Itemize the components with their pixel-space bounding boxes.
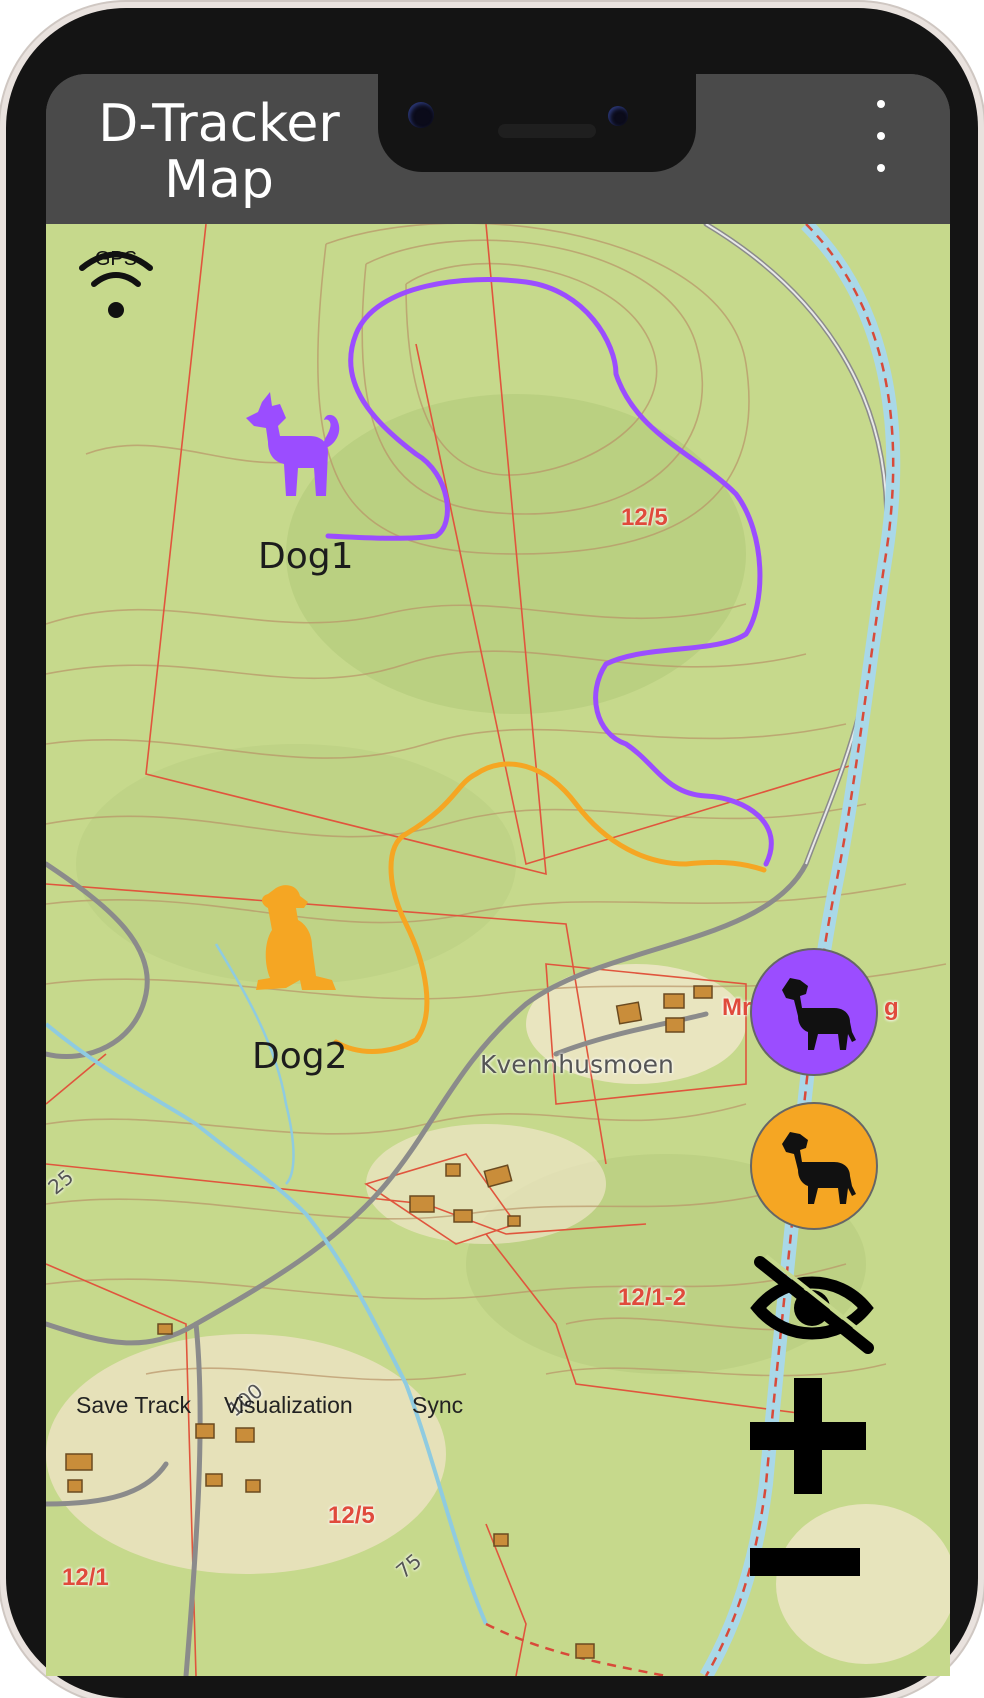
screen: D-Tracker Map GPS Dog1 Dog2 12/5 12/1-2 … — [46, 74, 950, 1676]
sensor — [608, 106, 628, 126]
app-title-line2: Map — [164, 150, 274, 210]
place-label: Kvennhusmoen — [480, 1050, 674, 1079]
camera-lens — [408, 102, 434, 128]
tab-save-track[interactable]: Save Track — [76, 1392, 191, 1419]
dog-icon — [782, 978, 856, 1050]
parcel-label: 12/5 — [621, 504, 668, 531]
phone-frame: D-Tracker Map GPS Dog1 Dog2 12/5 12/1-2 … — [6, 8, 978, 1698]
dog1-focus-button[interactable] — [750, 948, 878, 1076]
dog-icon — [782, 1132, 856, 1204]
minus-icon[interactable] — [750, 1548, 860, 1578]
dog1-label: Dog1 — [258, 536, 354, 577]
parcel-label: 12/1 — [62, 1564, 109, 1591]
sitting-dog-icon[interactable] — [246, 884, 346, 996]
dog2-label: Dog2 — [252, 1036, 348, 1077]
partial-label: Mr — [722, 994, 752, 1021]
speaker-grille — [498, 124, 596, 138]
tab-sync[interactable]: Sync — [412, 1392, 463, 1419]
parcel-label: 12/1-2 — [618, 1284, 687, 1311]
camera-notch — [378, 74, 696, 172]
map-view[interactable]: GPS Dog1 Dog2 12/5 12/1-2 12/5 12/1 Mr g… — [46, 224, 950, 1676]
app-title-line1: D-Tracker — [98, 94, 340, 154]
wifi-signal-icon — [79, 251, 153, 318]
dog2-focus-button[interactable] — [750, 1102, 878, 1230]
partial-label-right: g — [884, 994, 899, 1021]
parcel-label: 12/5 — [328, 1502, 375, 1529]
app-title: D-Tracker Map — [74, 96, 364, 208]
more-vert-icon[interactable] — [868, 100, 894, 200]
eye-off-icon[interactable] — [750, 1254, 874, 1354]
bottom-tabs: Save Track Visualization Sync — [46, 1392, 950, 1432]
standing-dog-icon[interactable] — [240, 392, 350, 500]
tab-visualization[interactable]: Visualization — [224, 1392, 353, 1419]
gps-indicator: GPS — [76, 248, 156, 318]
